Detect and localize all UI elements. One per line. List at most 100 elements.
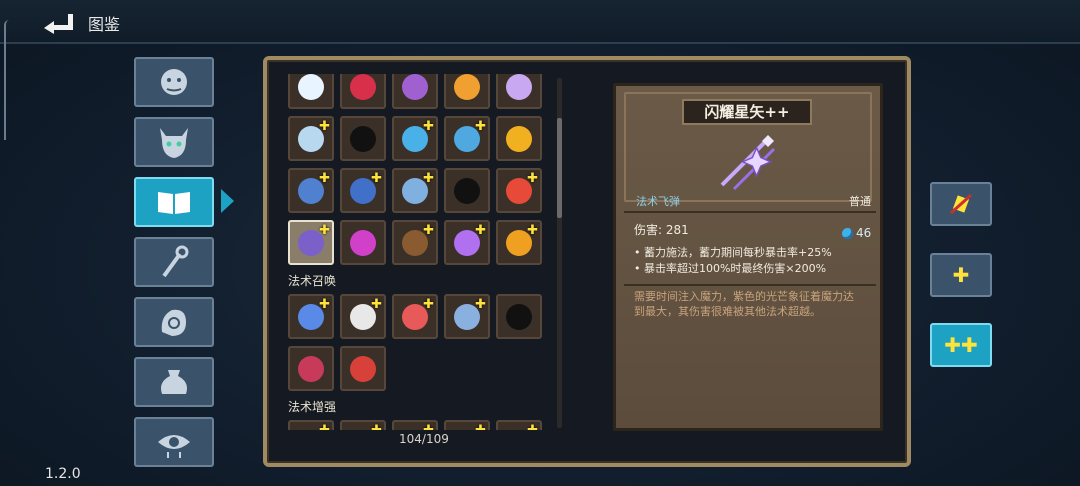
spell-icon (454, 74, 480, 100)
spell-card[interactable]: ✚ (444, 420, 490, 430)
item-type: 法术飞弹 (636, 195, 680, 208)
spell-card[interactable] (340, 220, 386, 265)
item-rarity: 普通 (849, 195, 871, 208)
hand-rune-icon (161, 309, 186, 336)
grid-row: ✚ ✚ ✚ ✚ (288, 220, 554, 265)
spell-icon (506, 303, 532, 330)
horned-demon-icon (160, 128, 188, 158)
section-label: 法术增强 (288, 400, 337, 414)
spell-card[interactable]: ✚ (340, 294, 386, 339)
spell-icon (350, 125, 376, 152)
grid-row: ✚ ✚ ✚ ✚ (288, 294, 554, 339)
back-button[interactable] (40, 8, 76, 34)
star-arrow-icon (720, 135, 776, 191)
sidebar-item-monsters[interactable] (134, 57, 214, 107)
spell-icon (454, 177, 480, 204)
sidebar-item-bosses[interactable] (134, 117, 214, 167)
spell-card[interactable]: ✚ (392, 420, 438, 430)
grid-row: ✚ ✚ ✚ (288, 116, 554, 161)
spell-card[interactable]: ✚ (392, 220, 438, 265)
frame-edge-decoration (4, 20, 9, 140)
upgrade-plus-icon: ✚ (319, 171, 330, 186)
spell-card[interactable]: ✚ (288, 116, 334, 161)
spell-card[interactable]: ✚ (340, 420, 386, 430)
upgrade-level-0-button[interactable] (930, 182, 992, 226)
upgrade-plus-icon: ✚ (423, 171, 434, 186)
spell-card[interactable] (444, 168, 490, 213)
spell-card[interactable]: ✚ (288, 168, 334, 213)
plus-icon: ✚ (952, 263, 970, 287)
spell-card[interactable] (288, 74, 334, 109)
item-grid[interactable]: ✚ ✚ ✚ ✚ ✚ ✚ ✚ ✚ ✚ ✚ ✚ 法术召唤 ✚ ✚ ✚ ✚ 法术增强 ✚ ✚ ✚ ✚ ✚ (282, 74, 554, 430)
pouch-icon (161, 370, 187, 394)
spell-card[interactable] (288, 346, 334, 391)
spell-icon (506, 74, 532, 100)
upgrade-level-1-button[interactable]: ✚ (930, 253, 992, 297)
spell-card[interactable]: ✚ (288, 220, 334, 265)
spell-card[interactable]: ✚ (392, 168, 438, 213)
plus-icon: ✚✚ (944, 333, 978, 357)
page-title: 图鉴 (88, 15, 121, 34)
spell-card[interactable]: ✚ (340, 168, 386, 213)
upgrade-plus-icon: ✚ (423, 223, 434, 238)
item-detail-card: 闪耀星矢++ 法术飞弹 普通 伤害: 281 46 • 蓄力施法，蓄力期间每秒暴… (613, 83, 883, 431)
spell-card[interactable]: ✚ (496, 220, 542, 265)
upgrade-plus-icon: ✚ (319, 223, 330, 238)
upgrade-plus-icon: ✚ (423, 297, 434, 312)
sidebar-item-relics[interactable] (134, 297, 214, 347)
staff-icon (162, 245, 189, 278)
spell-card[interactable]: ✚ (444, 116, 490, 161)
item-name: 闪耀星矢++ (682, 99, 812, 125)
mana-gem-icon (842, 227, 853, 239)
upgrade-plus-icon: ✚ (319, 297, 330, 312)
spell-card[interactable] (496, 74, 542, 109)
divider (624, 284, 876, 286)
scrollbar-thumb[interactable] (557, 118, 562, 218)
sidebar-item-potions[interactable] (134, 357, 214, 407)
upgrade-plus-icon: ✚ (319, 119, 330, 134)
upgrade-plus-icon: ✚ (475, 297, 486, 312)
spell-icon (402, 74, 428, 100)
back-arrow-icon (44, 14, 73, 34)
spell-card[interactable] (340, 116, 386, 161)
upgrade-plus-icon: ✚ (527, 223, 538, 238)
upgrade-plus-icon: ✚ (371, 171, 382, 186)
spell-card[interactable]: ✚ (444, 220, 490, 265)
collection-count: 104/109 (399, 432, 449, 446)
upgrade-plus-icon: ✚ (475, 119, 486, 134)
spell-card[interactable] (496, 116, 542, 161)
spell-card[interactable]: ✚ (444, 294, 490, 339)
sidebar-item-spellbook[interactable] (134, 177, 214, 227)
sidebar-item-staffs[interactable] (134, 237, 214, 287)
spell-icon (506, 125, 532, 152)
spell-card[interactable]: ✚ (288, 420, 334, 430)
spell-card[interactable]: ✚ (392, 116, 438, 161)
section-label: 法术召唤 (288, 274, 337, 288)
spell-card[interactable]: ✚ (496, 168, 542, 213)
item-description: 需要时间注入魔力，紫色的光芒象征着魔力达到最大，其伤害很难被其他法术超越。 (634, 290, 854, 318)
upgrade-plus-icon: ✚ (423, 424, 434, 430)
damage-stat: 伤害: 281 (634, 223, 689, 237)
spell-card[interactable]: ✚ (496, 420, 542, 430)
spell-card[interactable] (392, 74, 438, 109)
spell-card[interactable] (444, 74, 490, 109)
mana-cost-value: 46 (856, 226, 872, 240)
grid-row (288, 74, 554, 109)
spell-icon (350, 355, 376, 382)
spell-card[interactable] (496, 294, 542, 339)
spell-card[interactable] (340, 346, 386, 391)
sidebar-item-curses[interactable] (134, 417, 214, 467)
grid-row: ✚ ✚ ✚ ✚ (288, 168, 554, 213)
spell-icon (298, 355, 324, 382)
spell-card[interactable]: ✚ (288, 294, 334, 339)
divider (624, 211, 876, 213)
grid-scrollbar[interactable] (557, 78, 562, 428)
effects-list: • 蓄力施法，蓄力期间每秒暴击率+25% • 暴击率超过100%时最终伤害×20… (634, 245, 832, 277)
spell-card[interactable] (340, 74, 386, 109)
spell-icon (350, 74, 376, 100)
upgrade-plus-icon: ✚ (371, 297, 382, 312)
upgrade-level-2-button[interactable]: ✚✚ (930, 323, 992, 367)
spell-card[interactable]: ✚ (392, 294, 438, 339)
version-label: 1.2.0 (45, 466, 81, 482)
upgrade-plus-icon: ✚ (475, 424, 486, 430)
